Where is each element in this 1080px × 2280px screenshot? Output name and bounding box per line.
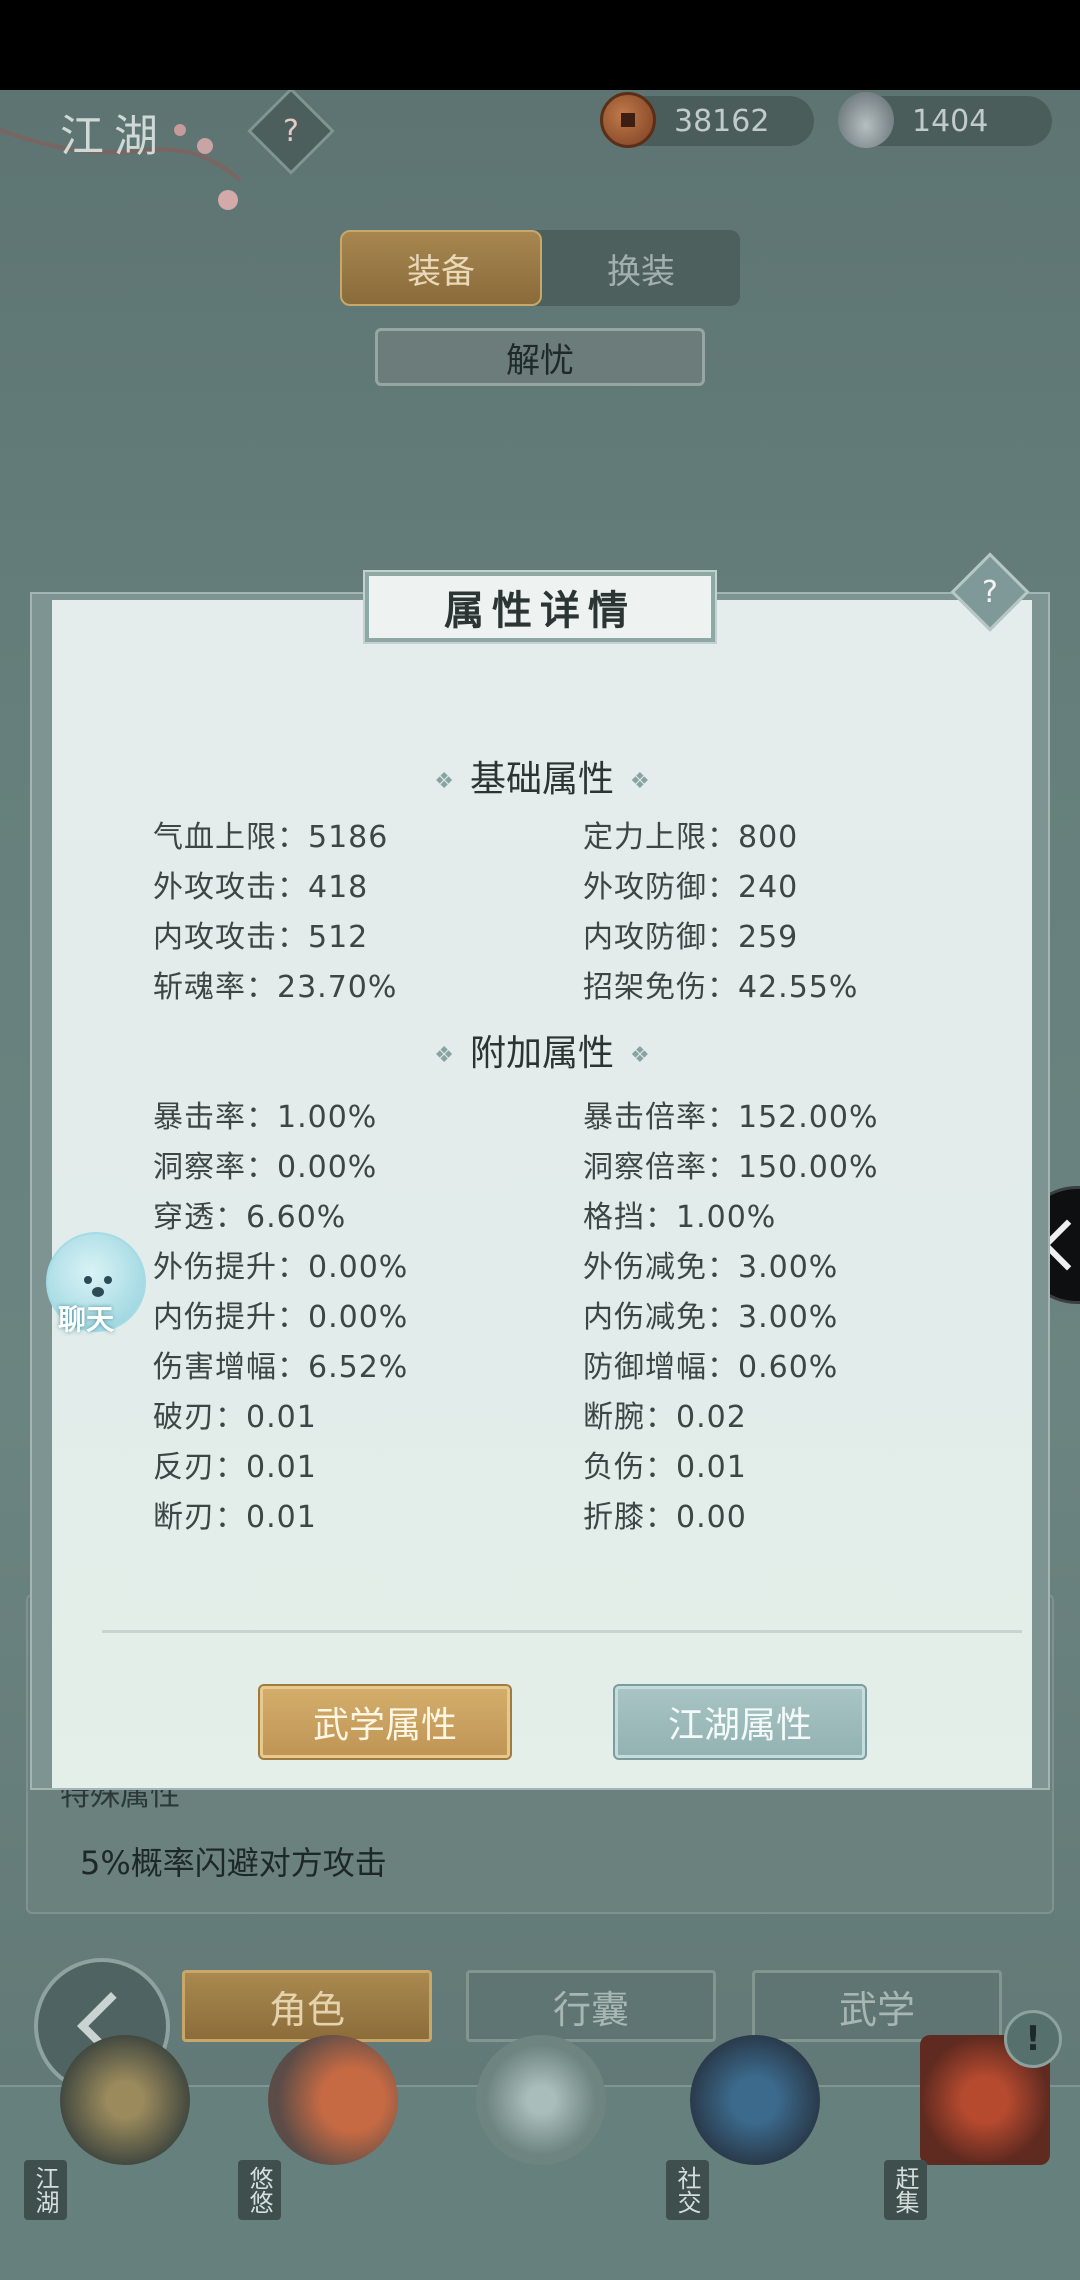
attr-break-wrist: 断腕：0.02 bbox=[583, 1400, 747, 1435]
attribute-detail-modal: ❖ 基础属性 ❖ 气血上限：5186 定力上限：800 外攻攻击：418 外攻防御：… bbox=[30, 552, 1050, 1790]
silver-ingot-icon bbox=[838, 92, 894, 148]
attr-insight-rate: 洞察率：0.00% bbox=[153, 1150, 378, 1185]
attr-insight-mult: 洞察倍率：150.00% bbox=[583, 1150, 879, 1185]
question-icon: ? bbox=[283, 113, 299, 149]
dock-center-icon[interactable] bbox=[476, 2035, 606, 2165]
attr-inner-def: 内攻防御：259 bbox=[583, 920, 799, 955]
diamond-icon: ❖ bbox=[434, 768, 454, 794]
chat-label[interactable]: 聊天 bbox=[58, 1298, 114, 1338]
tab-equipment[interactable]: 装备 bbox=[340, 230, 542, 306]
basic-attr-title: 基础属性 bbox=[469, 759, 614, 800]
modal-frame: ❖ 基础属性 ❖ 气血上限：5186 定力上限：800 外攻攻击：418 外攻防御：… bbox=[30, 592, 1050, 1790]
attr-inner-dmg-up: 内伤提升：0.00% bbox=[153, 1300, 409, 1335]
attr-outer-atk: 外攻攻击：418 bbox=[153, 870, 369, 905]
attr-outer-def: 外攻防御：240 bbox=[583, 870, 799, 905]
basic-attr-heading: ❖ 基础属性 ❖ bbox=[32, 750, 1052, 802]
extra-attr-title: 附加属性 bbox=[469, 1033, 614, 1074]
question-icon: ? bbox=[982, 574, 998, 610]
dock-jianghu-icon[interactable] bbox=[60, 2035, 190, 2165]
modal-body: ❖ 基础属性 ❖ 气血上限：5186 定力上限：800 外攻攻击：418 外攻防御：… bbox=[52, 600, 1032, 1788]
attr-inner-atk: 内攻攻击：512 bbox=[153, 920, 369, 955]
martial-attr-button[interactable]: 武学属性 bbox=[258, 1684, 512, 1760]
attr-outer-dmg-up: 外伤提升：0.00% bbox=[153, 1250, 409, 1285]
dock-alert-icon[interactable]: ! bbox=[1004, 2010, 1062, 2068]
diamond-icon: ❖ bbox=[630, 1042, 650, 1068]
attr-injury: 负伤：0.01 bbox=[583, 1450, 747, 1485]
jianghu-attr-button[interactable]: 江湖属性 bbox=[613, 1684, 867, 1760]
special-attr-desc: 5%概率闪避对方攻击 bbox=[80, 1844, 387, 1882]
attr-break-blade: 破刃：0.01 bbox=[153, 1400, 317, 1435]
page-title: 江湖 bbox=[60, 111, 168, 162]
silver-ingot-counter[interactable]: 1404 bbox=[838, 92, 1052, 148]
attr-crit-mult: 暴击倍率：152.00% bbox=[583, 1100, 879, 1135]
dock-social-icon[interactable] bbox=[690, 2035, 820, 2165]
modal-divider bbox=[102, 1630, 1022, 1633]
copper-coin-icon bbox=[600, 92, 656, 148]
dock-youyou-label: 悠悠 bbox=[238, 2160, 281, 2220]
diamond-icon: ❖ bbox=[434, 1042, 454, 1068]
diamond-icon: ❖ bbox=[630, 768, 650, 794]
dock-social-label: 社交 bbox=[666, 2160, 709, 2220]
attr-outer-dmg-reduce: 外伤减免：3.00% bbox=[583, 1250, 839, 1285]
mascot-face-icon bbox=[84, 1276, 112, 1297]
attr-soul-rate: 斩魂率：23.70% bbox=[153, 970, 398, 1005]
silver-ingot-value: 1404 bbox=[912, 103, 989, 139]
attr-crit-rate: 暴击率：1.00% bbox=[153, 1100, 378, 1135]
attr-pierce: 穿透：6.60% bbox=[153, 1200, 347, 1235]
attr-counter-blade: 反刃：0.01 bbox=[153, 1450, 317, 1485]
attr-block: 格挡：1.00% bbox=[583, 1200, 777, 1235]
nav-bag-button[interactable]: 行囊 bbox=[466, 1970, 716, 2042]
attr-focus: 定力上限：800 bbox=[583, 820, 799, 855]
modal-title: 属性详情 bbox=[363, 570, 717, 644]
attr-inner-dmg-reduce: 内伤减免：3.00% bbox=[583, 1300, 839, 1335]
dock-jianghu-label: 江湖 bbox=[24, 2160, 67, 2220]
nav-martial-button[interactable]: 武学 bbox=[752, 1970, 1002, 2042]
extra-attr-heading: ❖ 附加属性 ❖ bbox=[32, 1024, 1052, 1076]
attr-dmg-amp: 伤害增幅：6.52% bbox=[153, 1350, 409, 1385]
attr-cut-blade: 断刃：0.01 bbox=[153, 1500, 317, 1535]
character-name-plate: 解忧 bbox=[375, 328, 705, 386]
attr-def-amp: 防御增幅：0.60% bbox=[583, 1350, 839, 1385]
copper-coin-value: 38162 bbox=[674, 103, 770, 139]
attr-parry-reduce: 招架免伤：42.55% bbox=[583, 970, 859, 1005]
dock-youyou-icon[interactable] bbox=[268, 2035, 398, 2165]
attr-break-knee: 折膝：0.00 bbox=[583, 1500, 747, 1535]
tab-outfit[interactable]: 换装 bbox=[542, 230, 740, 306]
dock-market-label: 赶集 bbox=[884, 2160, 927, 2220]
status-bar bbox=[0, 0, 1080, 90]
equip-segmented-control: 装备 换装 bbox=[340, 230, 740, 306]
copper-coin-counter[interactable]: 38162 bbox=[600, 92, 814, 148]
attr-hp: 气血上限：5186 bbox=[153, 820, 389, 855]
nav-role-button[interactable]: 角色 bbox=[182, 1970, 432, 2042]
